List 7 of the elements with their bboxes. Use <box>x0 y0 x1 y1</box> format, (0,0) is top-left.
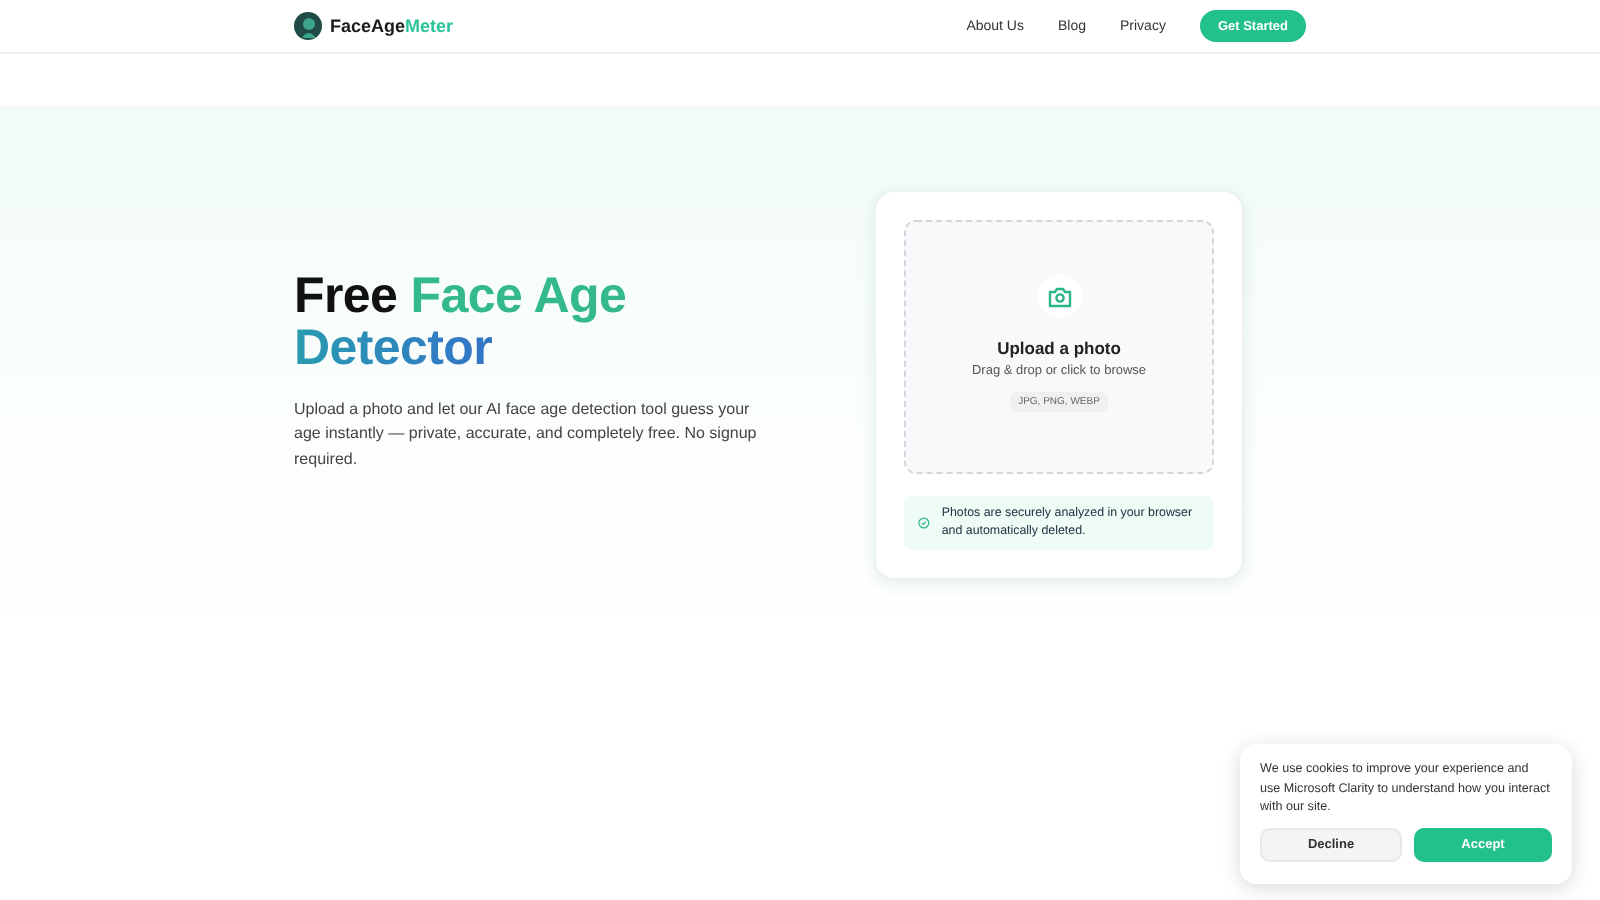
logo-icon <box>294 12 322 40</box>
hero-title: Free Face Age Detector <box>294 270 629 374</box>
camera-icon <box>1047 285 1071 307</box>
check-circle-icon <box>918 514 930 532</box>
upload-title: Upload a photo <box>997 338 1121 358</box>
logo-text[interactable]: FaceAgeMeter <box>330 16 454 36</box>
hero-description: Upload a photo and let our AI face age detection tool guess your age instantly — private, accurate, and completely free. No signup required. <box>294 398 759 472</box>
